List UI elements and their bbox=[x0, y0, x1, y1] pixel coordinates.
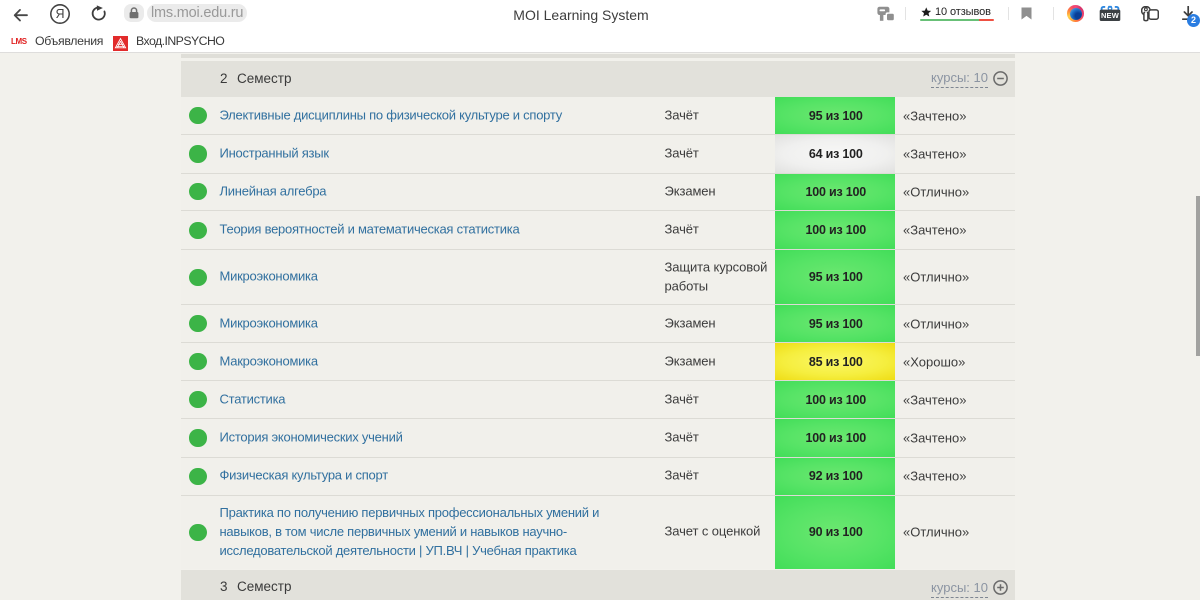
svg-text:NEW: NEW bbox=[1101, 11, 1120, 20]
svg-text:Я: Я bbox=[55, 7, 64, 21]
